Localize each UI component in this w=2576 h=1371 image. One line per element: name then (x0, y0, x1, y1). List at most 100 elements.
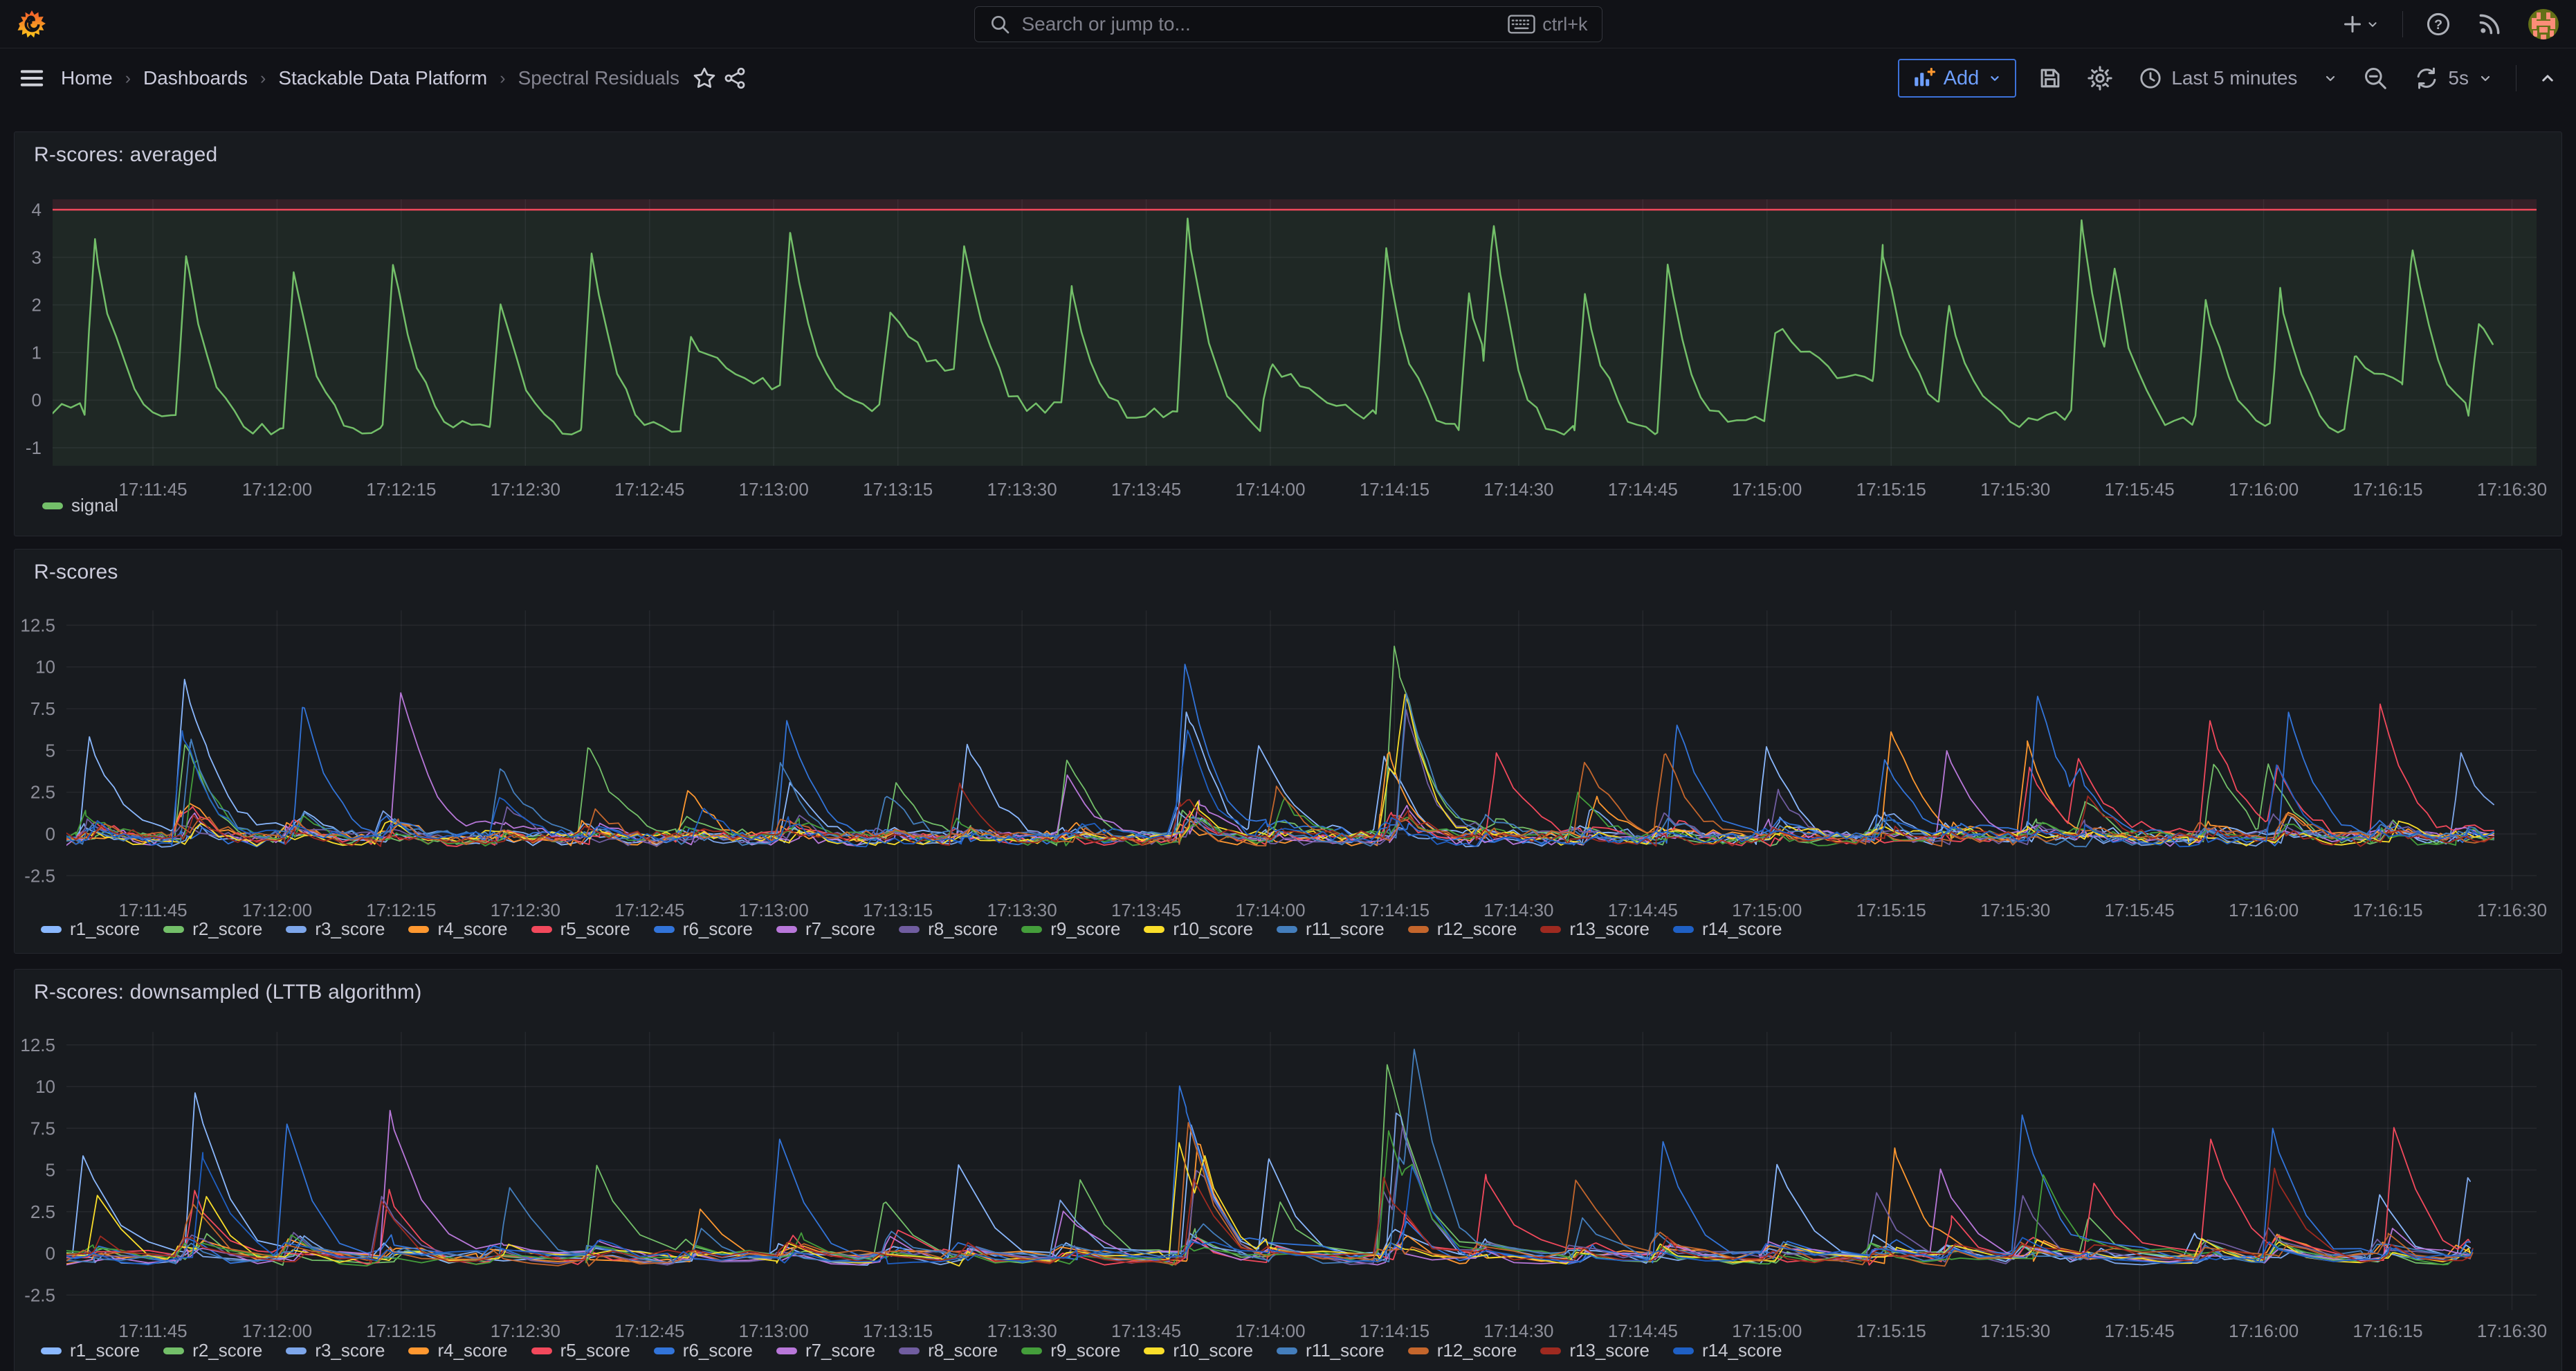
favorite-button[interactable] (689, 63, 720, 93)
legend-item-r1_score[interactable]: r1_score (41, 918, 140, 940)
grafana-logo[interactable] (17, 8, 47, 41)
legend-item-r13_score[interactable]: r13_score (1540, 1340, 1650, 1361)
share-button[interactable] (720, 63, 750, 93)
legend-item-label: r3_score (315, 918, 385, 940)
legend-swatch (163, 1347, 184, 1354)
legend-swatch (1021, 926, 1042, 933)
time-range-dropdown-button[interactable] (2319, 67, 2341, 89)
legend-item-r7_score[interactable]: r7_score (776, 1340, 875, 1361)
legend-item-r13_score[interactable]: r13_score (1540, 918, 1650, 940)
save-dashboard-button[interactable] (2034, 62, 2066, 94)
user-avatar-button[interactable] (2525, 6, 2562, 43)
legend-swatch (1408, 1347, 1429, 1354)
legend-item-label: r9_score (1050, 918, 1120, 940)
legend-item-r9_score[interactable]: r9_score (1021, 1340, 1120, 1361)
time-range-picker[interactable]: Last 5 minutes (2134, 62, 2301, 95)
refresh-icon (2413, 65, 2440, 91)
star-icon (692, 66, 717, 91)
add-panel-button[interactable]: Add (1898, 59, 2017, 98)
svg-text:17:12:45: 17:12:45 (614, 900, 684, 920)
legend: signal (42, 495, 118, 516)
clock-icon (2138, 66, 2163, 91)
svg-text:17:12:30: 17:12:30 (491, 900, 560, 920)
legend-item-r4_score[interactable]: r4_score (408, 1340, 507, 1361)
legend-item-r8_score[interactable]: r8_score (899, 918, 998, 940)
legend-swatch (41, 926, 62, 933)
refresh-button[interactable]: 5s (2409, 61, 2498, 96)
share-icon (722, 66, 747, 91)
r-scores-chart[interactable]: 12.5107.552.50-2.517:11:4517:12:0017:12:… (15, 550, 2561, 953)
chevron-down-icon (2477, 70, 2494, 87)
legend-item-r5_score[interactable]: r5_score (531, 1340, 630, 1361)
mega-menu-button[interactable] (15, 62, 48, 95)
legend-item-r2_score[interactable]: r2_score (163, 918, 262, 940)
svg-text:12.5: 12.5 (20, 1035, 55, 1055)
legend-item-r4_score[interactable]: r4_score (408, 918, 507, 940)
legend-item-r10_score[interactable]: r10_score (1144, 918, 1253, 940)
legend-item-r9_score[interactable]: r9_score (1021, 918, 1120, 940)
svg-text:17:12:00: 17:12:00 (242, 1320, 312, 1341)
series-line-r7_score (66, 1111, 2470, 1265)
svg-text:17:16:30: 17:16:30 (2477, 479, 2547, 500)
search-input[interactable]: Search or jump to... ctrl+k (974, 6, 1602, 42)
legend-item-r3_score[interactable]: r3_score (286, 918, 385, 940)
new-menu-button[interactable] (2337, 9, 2383, 39)
legend-item-r6_score[interactable]: r6_score (654, 1340, 753, 1361)
legend-swatch (408, 1347, 429, 1354)
svg-text:2.5: 2.5 (30, 782, 55, 803)
legend-swatch (1540, 926, 1561, 933)
legend-swatch (1144, 1347, 1164, 1354)
help-button[interactable]: ? (2422, 8, 2454, 40)
r-scores-averaged-chart[interactable]: 43210-117:11:4517:12:0017:12:1517:12:301… (15, 132, 2561, 536)
panel-title[interactable]: R-scores: downsampled (LTTB algorithm) (34, 981, 422, 1004)
svg-text:1: 1 (32, 342, 42, 363)
legend-item-label: r1_score (70, 918, 140, 940)
breadcrumb-folder[interactable]: Stackable Data Platform (278, 67, 487, 89)
breadcrumb-current: Spectral Residuals (518, 67, 679, 89)
svg-text:17:14:15: 17:14:15 (1360, 900, 1429, 920)
legend-item-r3_score[interactable]: r3_score (286, 1340, 385, 1361)
svg-text:17:13:15: 17:13:15 (863, 1320, 933, 1341)
legend-item-r8_score[interactable]: r8_score (899, 1340, 998, 1361)
gridlines (66, 1032, 2537, 1310)
shortcut-label: ctrl+k (1542, 14, 1587, 35)
breadcrumb-separator: › (260, 69, 266, 89)
svg-text:17:15:30: 17:15:30 (1980, 900, 2050, 920)
legend-item-r10_score[interactable]: r10_score (1144, 1340, 1253, 1361)
legend-item-r14_score[interactable]: r14_score (1673, 1340, 1782, 1361)
panel-title[interactable]: R-scores (34, 561, 118, 584)
collapse-topbar-button[interactable] (2534, 65, 2561, 91)
r-scores-downsampled-chart[interactable]: 12.5107.552.50-2.517:11:4517:12:0017:12:… (15, 970, 2561, 1371)
legend-item-signal[interactable]: signal (42, 495, 118, 516)
legend-swatch (654, 1347, 675, 1354)
legend-item-r12_score[interactable]: r12_score (1408, 1340, 1517, 1361)
svg-text:17:14:00: 17:14:00 (1235, 1320, 1305, 1341)
breadcrumb-dashboards[interactable]: Dashboards (143, 67, 248, 89)
dashboard-settings-button[interactable] (2084, 62, 2116, 94)
legend-item-r11_score[interactable]: r11_score (1277, 1340, 1385, 1361)
legend-item-r14_score[interactable]: r14_score (1673, 918, 1782, 940)
panel-title[interactable]: R-scores: averaged (34, 143, 217, 167)
legend-item-r7_score[interactable]: r7_score (776, 918, 875, 940)
legend-item-r6_score[interactable]: r6_score (654, 918, 753, 940)
legend-item-r5_score[interactable]: r5_score (531, 918, 630, 940)
svg-text:2.5: 2.5 (30, 1201, 55, 1222)
series-lines (66, 1049, 2473, 1266)
zoom-out-time-button[interactable] (2359, 62, 2391, 94)
svg-text:17:15:00: 17:15:00 (1732, 900, 1802, 920)
svg-text:17:14:15: 17:14:15 (1360, 479, 1429, 500)
legend-swatch (899, 926, 920, 933)
legend-item-r11_score[interactable]: r11_score (1277, 918, 1385, 940)
legend-item-label: r13_score (1569, 918, 1650, 940)
svg-text:17:13:45: 17:13:45 (1111, 900, 1181, 920)
legend-swatch (1277, 926, 1297, 933)
news-button[interactable] (2474, 8, 2505, 40)
svg-text:0: 0 (32, 390, 42, 410)
legend-item-r1_score[interactable]: r1_score (41, 1340, 140, 1361)
top-navigation: Search or jump to... ctrl+k ? (0, 0, 2576, 48)
legend-item-r2_score[interactable]: r2_score (163, 1340, 262, 1361)
legend-item-r12_score[interactable]: r12_score (1408, 918, 1517, 940)
breadcrumb-home[interactable]: Home (61, 67, 113, 89)
legend-item-label: r5_score (560, 918, 630, 940)
svg-text:17:16:30: 17:16:30 (2477, 900, 2547, 920)
